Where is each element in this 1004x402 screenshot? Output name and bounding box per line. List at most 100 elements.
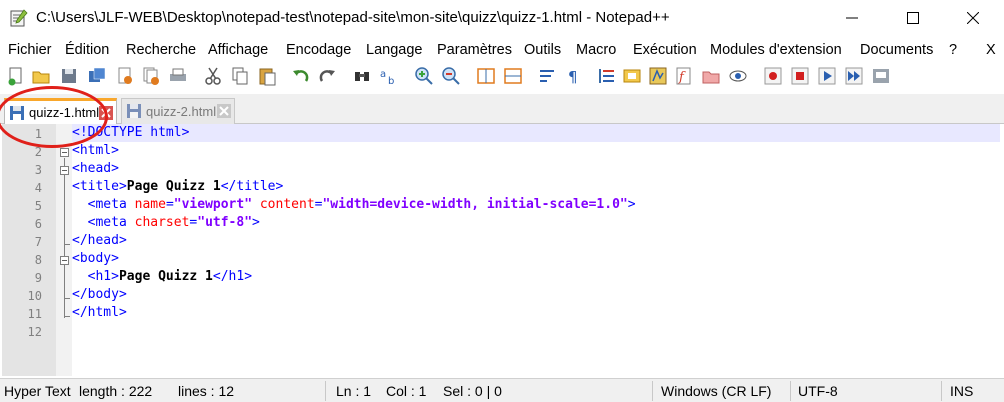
- code-line[interactable]: [72, 322, 1000, 340]
- code-line[interactable]: <html>: [72, 142, 1000, 160]
- code-token: </html>: [72, 305, 127, 320]
- menu-edition[interactable]: Édition: [65, 42, 109, 58]
- menu-macro[interactable]: Macro: [576, 42, 616, 58]
- code-line[interactable]: <h1>Page Quizz 1</h1>: [72, 268, 1000, 286]
- menu-parametres[interactable]: Paramètres: [437, 42, 512, 58]
- word-wrap-icon[interactable]: [538, 66, 558, 86]
- tab-label: quizz-1.html: [29, 105, 100, 120]
- document-map-icon[interactable]: [648, 66, 668, 86]
- code-token: "utf-8": [197, 215, 253, 230]
- indent-guide-icon[interactable]: [597, 66, 617, 86]
- line-number: 4: [34, 181, 42, 195]
- folder-as-workspace-icon[interactable]: [701, 66, 721, 86]
- cut-icon[interactable]: [203, 66, 223, 86]
- status-separator: [652, 381, 653, 401]
- code-line[interactable]: <meta charset="utf-8">: [72, 214, 1000, 232]
- line-number: 5: [34, 199, 42, 213]
- user-language-icon[interactable]: [622, 66, 642, 86]
- status-line-position: Ln : 1: [336, 383, 372, 399]
- zoom-in-icon[interactable]: [414, 66, 434, 86]
- menu-recherche[interactable]: Recherche: [126, 42, 196, 58]
- line-number: 12: [27, 325, 42, 339]
- sync-vertical-icon[interactable]: [476, 66, 496, 86]
- line-number: 11: [27, 307, 42, 321]
- fold-toggle-icon[interactable]: [60, 256, 69, 265]
- code-line[interactable]: <head>: [72, 160, 1000, 178]
- menu-modules-extension[interactable]: Modules d'extension: [710, 42, 842, 58]
- line-number: 7: [34, 235, 42, 249]
- status-separator: [325, 381, 326, 401]
- tab-close-icon[interactable]: [217, 104, 231, 118]
- paste-icon[interactable]: [257, 66, 277, 86]
- line-number: 9: [34, 271, 42, 285]
- menu-bar: Fichier Édition Recherche Affichage Enco…: [0, 38, 1004, 62]
- line-number: 10: [27, 289, 42, 303]
- code-line[interactable]: <!DOCTYPE html>: [72, 124, 1000, 142]
- close-file-icon[interactable]: [115, 66, 135, 86]
- fold-toggle-icon[interactable]: [60, 166, 69, 175]
- window-title: C:\Users\JLF-WEB\Desktop\notepad-test\no…: [36, 9, 670, 26]
- line-number: 1: [34, 127, 42, 141]
- replace-icon[interactable]: ab: [379, 66, 399, 86]
- redo-icon[interactable]: [317, 66, 337, 86]
- fold-end-marker: [64, 244, 70, 245]
- copy-icon[interactable]: [230, 66, 250, 86]
- menu-langage[interactable]: Langage: [366, 42, 422, 58]
- print-icon[interactable]: [168, 66, 188, 86]
- saved-file-icon: [127, 104, 141, 118]
- tab-quizz-2[interactable]: quizz-2.html: [121, 98, 235, 124]
- save-icon[interactable]: [59, 66, 79, 86]
- maximize-button[interactable]: [890, 0, 936, 36]
- status-encoding[interactable]: UTF-8: [798, 383, 838, 399]
- code-token: </body>: [72, 287, 127, 302]
- status-selection: Sel : 0 | 0: [443, 383, 502, 399]
- menu-affichage[interactable]: Affichage: [208, 42, 268, 58]
- new-file-icon[interactable]: [6, 66, 26, 86]
- code-token: <h1>: [72, 269, 119, 284]
- menu-documents[interactable]: Documents: [860, 42, 933, 58]
- save-all-icon[interactable]: [87, 66, 107, 86]
- code-line[interactable]: </html>: [72, 304, 1000, 322]
- code-token: <body>: [72, 251, 119, 266]
- code-line[interactable]: </head>: [72, 232, 1000, 250]
- minimize-button[interactable]: [829, 0, 875, 36]
- editor[interactable]: 1 2 3 4 5 6 7 8 9 10 11 12 <!DOCTYPE htm…: [2, 124, 1002, 376]
- fold-toggle-icon[interactable]: [60, 148, 69, 157]
- tab-quizz-1[interactable]: quizz-1.html: [4, 98, 117, 124]
- record-macro-icon[interactable]: [763, 66, 783, 86]
- close-all-icon[interactable]: [141, 66, 161, 86]
- sync-horizontal-icon[interactable]: [503, 66, 523, 86]
- playback-macro-icon[interactable]: [817, 66, 837, 86]
- line-number: 6: [34, 217, 42, 231]
- code-line[interactable]: <body>: [72, 250, 1000, 268]
- open-file-icon[interactable]: [31, 66, 51, 86]
- stop-recording-icon[interactable]: [790, 66, 810, 86]
- close-button[interactable]: [950, 0, 996, 36]
- close-document-button[interactable]: X: [986, 42, 996, 58]
- code-token: Page Quizz 1: [118, 269, 213, 284]
- line-number: 2: [34, 145, 42, 159]
- menu-encodage[interactable]: Encodage: [286, 42, 351, 58]
- code-line[interactable]: <meta name="viewport" content="width=dev…: [72, 196, 1000, 214]
- menu-execution[interactable]: Exécution: [633, 42, 697, 58]
- fold-guide: [64, 158, 65, 318]
- monitoring-icon[interactable]: [728, 66, 748, 86]
- line-number: 8: [34, 253, 42, 267]
- code-line[interactable]: </body>: [72, 286, 1000, 304]
- status-insert-mode[interactable]: INS: [950, 383, 973, 399]
- tab-bar: quizz-1.html quizz-2.html: [0, 94, 1004, 124]
- menu-help[interactable]: ?: [949, 42, 957, 58]
- undo-icon[interactable]: [291, 66, 311, 86]
- run-macro-multiple-icon[interactable]: [844, 66, 864, 86]
- function-list-icon[interactable]: f: [674, 66, 694, 86]
- menu-fichier[interactable]: Fichier: [8, 42, 52, 58]
- find-icon[interactable]: [352, 66, 372, 86]
- save-macro-icon[interactable]: [871, 66, 891, 86]
- zoom-out-icon[interactable]: [441, 66, 461, 86]
- status-eol[interactable]: Windows (CR LF): [661, 383, 771, 399]
- code-line[interactable]: <title>Page Quizz 1</title>: [72, 178, 1000, 196]
- tab-close-icon[interactable]: [99, 106, 113, 120]
- show-all-characters-icon[interactable]: ¶: [564, 66, 584, 86]
- menu-outils[interactable]: Outils: [524, 42, 561, 58]
- code-token: </h1>: [212, 269, 253, 284]
